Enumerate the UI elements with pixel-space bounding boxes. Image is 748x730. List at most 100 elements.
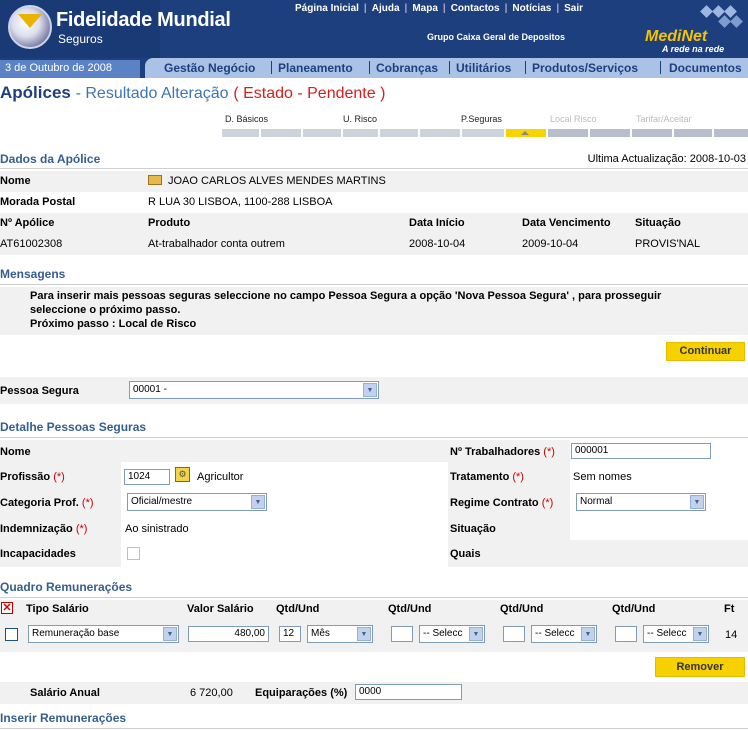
qtd-1-input[interactable]: 12 bbox=[279, 626, 301, 642]
message-line-1: Para inserir mais pessoas seguras selecc… bbox=[30, 290, 662, 302]
und-3-value: -- Selecc bbox=[535, 628, 575, 639]
und-2-value: -- Selecc bbox=[423, 628, 463, 639]
und-1-select[interactable]: Mês ▼ bbox=[307, 625, 373, 643]
nav-separator bbox=[271, 61, 272, 74]
nav-gestao-negocio[interactable]: Gestão Negócio bbox=[164, 61, 255, 75]
nav-separator bbox=[660, 61, 661, 74]
step-segment bbox=[632, 129, 672, 137]
divider bbox=[0, 284, 748, 285]
annual-value: 6 720,00 bbox=[190, 687, 233, 699]
section-detalhe: Detalhe Pessoas Seguras bbox=[0, 420, 147, 434]
incap-label: Incapacidades bbox=[0, 548, 76, 560]
col-qtd-und-1: Qtd/Und bbox=[276, 603, 320, 615]
qtd-3-input[interactable] bbox=[503, 626, 525, 642]
link-noticias[interactable]: Notícias bbox=[507, 3, 556, 14]
category-select[interactable]: Oficial/mestre ▼ bbox=[127, 493, 267, 511]
tipo-salario-value: Remuneração base bbox=[32, 628, 120, 639]
section-inserir-remuneracoes: Inserir Remunerações bbox=[0, 711, 127, 725]
link-ajuda[interactable]: Ajuda bbox=[367, 3, 405, 14]
continue-button[interactable]: Continuar bbox=[666, 342, 745, 361]
link-pagina-inicial[interactable]: Página Inicial bbox=[290, 3, 364, 14]
policy-start: 2008-10-04 bbox=[409, 238, 466, 250]
step-segment bbox=[674, 129, 712, 137]
chevron-down-icon: ▼ bbox=[363, 383, 377, 397]
person-label: Pessoa Segura bbox=[0, 385, 79, 397]
qtd-4-input[interactable] bbox=[615, 626, 637, 642]
profession-search-icon[interactable]: ⚙ bbox=[175, 467, 190, 482]
regime-select-value: Normal bbox=[580, 496, 613, 507]
valor-salario-input[interactable]: 480,00 bbox=[188, 626, 269, 642]
category-label: Categoria Prof. (*) bbox=[0, 497, 94, 509]
ft-value: 14 bbox=[725, 629, 738, 641]
link-mapa[interactable]: Mapa bbox=[407, 3, 443, 14]
folder-icon[interactable] bbox=[148, 175, 162, 185]
chevron-down-icon: ▼ bbox=[693, 627, 707, 641]
chevron-down-icon: ▼ bbox=[251, 495, 265, 509]
title-sub: - Resultado Alteração bbox=[75, 85, 229, 102]
step-d-basicos[interactable]: D. Básicos bbox=[225, 114, 268, 124]
step-segment bbox=[261, 129, 301, 137]
date-bar: 3 de Outubro de 2008 bbox=[0, 60, 140, 78]
quais-label: Quais bbox=[450, 548, 481, 560]
regime-select[interactable]: Normal ▼ bbox=[576, 493, 706, 511]
step-u-risco[interactable]: U. Risco bbox=[343, 114, 377, 124]
policy-product: At-trabalhador conta outrem bbox=[148, 238, 285, 250]
step-tarifar-aceitar: Tarifar/Aceitar bbox=[636, 114, 692, 124]
equip-input[interactable]: 0000 bbox=[355, 684, 462, 700]
divider bbox=[0, 728, 748, 729]
col-tipo-salario: Tipo Salário bbox=[26, 603, 89, 615]
medinet-tagline: A rede na rede bbox=[662, 44, 725, 54]
step-p-seguras[interactable]: P.Seguras bbox=[461, 114, 502, 124]
und-1-value: Mês bbox=[311, 628, 330, 639]
profession-code-input[interactable]: 1024 bbox=[124, 469, 170, 485]
section-remuneracoes: Quadro Remunerações bbox=[0, 580, 133, 594]
und-2-select[interactable]: -- Selecc ▼ bbox=[419, 625, 485, 643]
policy-number: AT61002308 bbox=[0, 238, 63, 250]
regime-label: Regime Contrato (*) bbox=[450, 497, 554, 509]
col-qtd-und-4: Qtd/Und bbox=[612, 603, 656, 615]
name-label: Nome bbox=[0, 175, 31, 187]
qtd-2-input[interactable] bbox=[391, 626, 413, 642]
col-situacao: Situação bbox=[635, 217, 681, 229]
divider bbox=[0, 437, 748, 438]
step-segment bbox=[222, 129, 259, 137]
link-sair[interactable]: Sair bbox=[559, 3, 588, 14]
col-qtd-und-3: Qtd/Und bbox=[500, 603, 544, 615]
message-line-2: seleccione o próximo passo. bbox=[30, 304, 181, 316]
top-links: Página Inicial | Ajuda | Mapa | Contactos | Notí… bbox=[290, 3, 588, 14]
incap-checkbox[interactable] bbox=[127, 547, 140, 560]
indemn-label: Indemnização (*) bbox=[0, 523, 88, 535]
holder-name: JOAO CARLOS ALVES MENDES MARTINS bbox=[168, 175, 386, 187]
row-checkbox[interactable] bbox=[5, 628, 18, 641]
link-contactos[interactable]: Contactos bbox=[446, 3, 505, 14]
nav-planeamento[interactable]: Planeamento bbox=[278, 61, 353, 75]
remove-button[interactable]: Remover bbox=[655, 657, 745, 677]
nav-documentos[interactable]: Documentos bbox=[669, 61, 742, 75]
brand-subtitle: Seguros bbox=[58, 32, 103, 46]
page-title: Apólices - Resultado Alteração ( Estado … bbox=[0, 83, 385, 103]
section-dados-apolice: Dados da Apólice bbox=[0, 152, 101, 166]
col-data-vencimento: Data Vencimento bbox=[522, 217, 611, 229]
treatment-label: Tratamento (*) bbox=[450, 471, 524, 483]
nav-cobrancas[interactable]: Cobranças bbox=[376, 61, 438, 75]
person-select-value: 00001 - bbox=[133, 384, 167, 395]
nav-produtos-servicos[interactable]: Produtos/Serviços bbox=[532, 61, 638, 75]
tipo-salario-select[interactable]: Remuneração base ▼ bbox=[28, 625, 179, 643]
step-caret-icon bbox=[521, 131, 529, 135]
nav-separator bbox=[449, 61, 450, 74]
step-segment bbox=[303, 129, 341, 137]
profession-name: Agricultor bbox=[197, 471, 244, 483]
chevron-down-icon: ▼ bbox=[581, 627, 595, 641]
brand-name: Fidelidade Mundial bbox=[56, 9, 231, 31]
medinet-square-icon bbox=[700, 5, 713, 18]
delete-all-icon[interactable]: ✕ bbox=[1, 602, 13, 614]
col-valor-salario: Valor Salário bbox=[187, 603, 254, 615]
und-4-select[interactable]: -- Selecc ▼ bbox=[643, 625, 709, 643]
profession-label: Profissão (*) bbox=[0, 471, 65, 483]
nav-utilitarios[interactable]: Utilitários bbox=[456, 61, 511, 75]
annual-label: Salário Anual bbox=[30, 687, 100, 699]
message-line-3: Próximo passo : Local de Risco bbox=[30, 318, 197, 330]
person-select[interactable]: 00001 - ▼ bbox=[129, 381, 379, 399]
und-3-select[interactable]: -- Selecc ▼ bbox=[531, 625, 597, 643]
workers-input[interactable]: 000001 bbox=[571, 443, 711, 459]
